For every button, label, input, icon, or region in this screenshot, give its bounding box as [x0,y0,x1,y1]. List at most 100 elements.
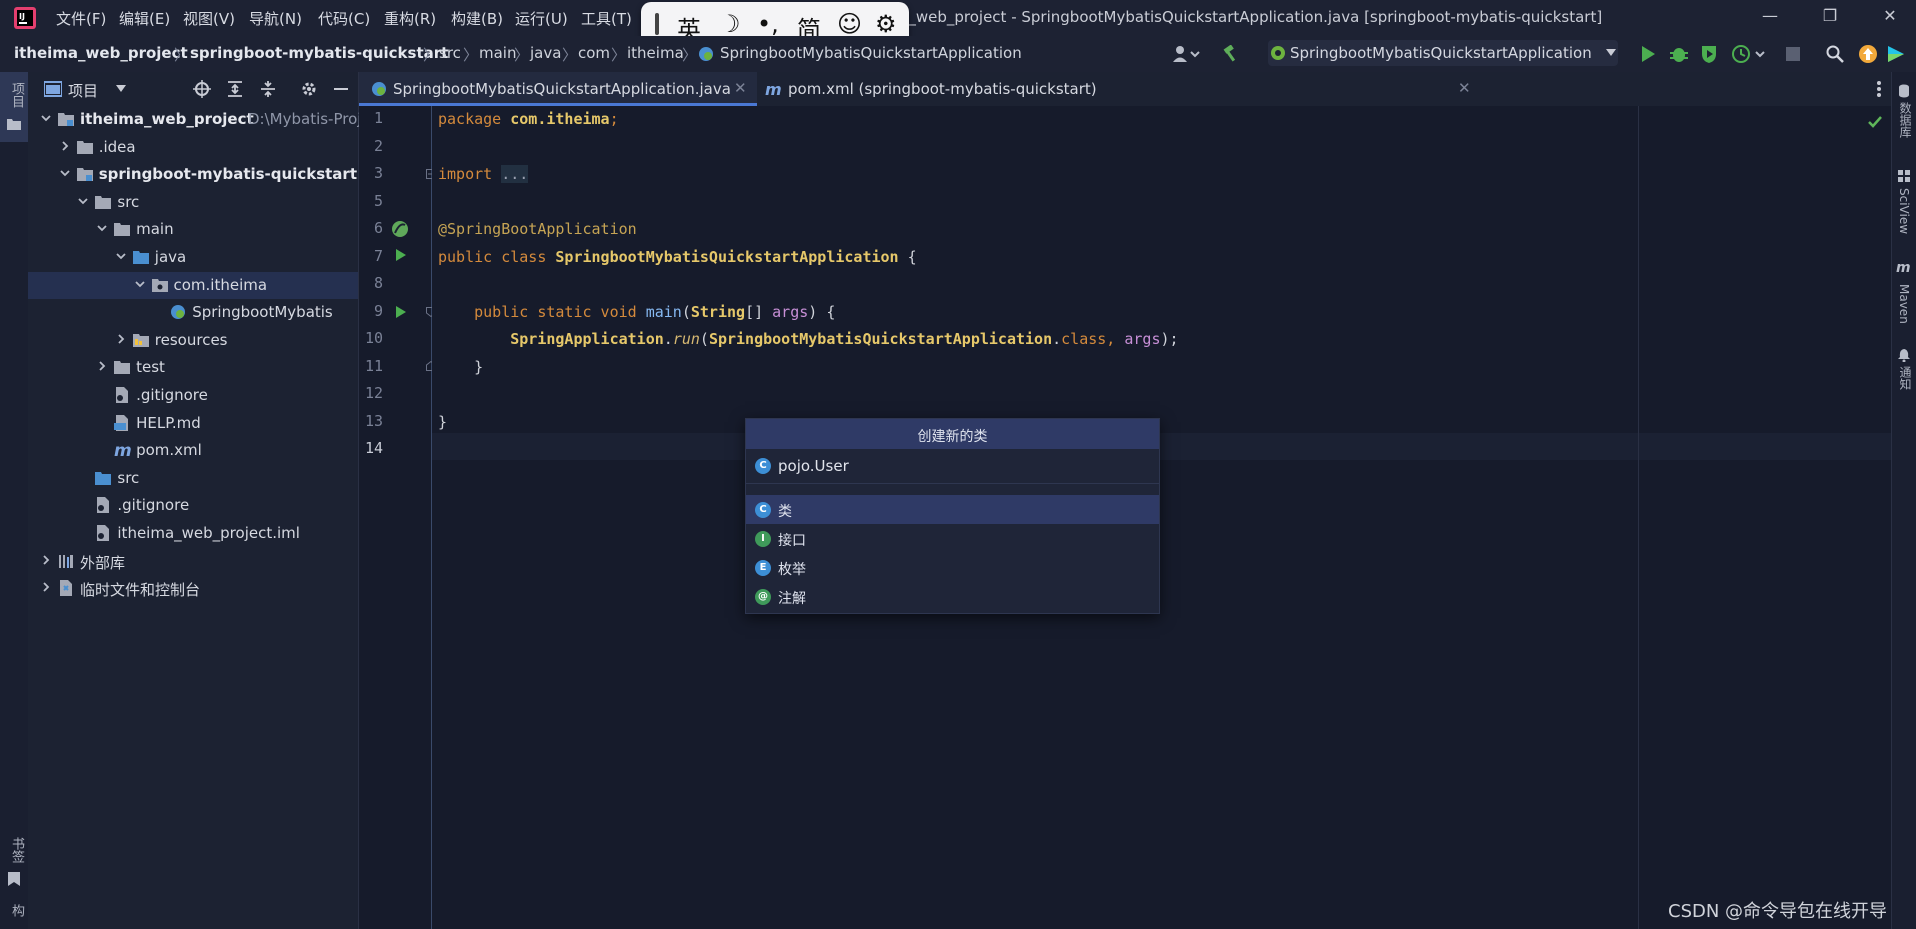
tree-item[interactable]: springboot-mybatis-quickstart [28,161,358,188]
tree-item[interactable]: m pom.xml [28,437,358,464]
menu-item-2[interactable]: 视图(V) [183,8,235,29]
breadcrumb-item[interactable]: SpringbootMybatisQuickstartApplication [720,44,1022,62]
tree-item[interactable]: 临时文件和控制台 [28,575,358,602]
tree-item[interactable]: .gitignore [28,492,358,519]
tree-item[interactable]: main [28,216,358,243]
chevron-down-icon[interactable] [115,250,127,262]
chevron-down-icon[interactable] [96,222,108,234]
notifications-tool-button[interactable]: 通知 [1897,366,1914,390]
coverage-icon[interactable] [1700,44,1718,64]
tree-item[interactable]: HELP.md [28,410,358,437]
breadcrumb-item[interactable]: itheima [627,44,684,62]
intellij-logo-icon[interactable]: IJ [14,7,36,29]
run-main-gutter-icon[interactable] [395,305,407,319]
locate-target-icon[interactable] [193,80,211,98]
tree-item[interactable]: java [28,244,358,271]
menu-item-4[interactable]: 代码(C) [318,8,370,29]
close-icon[interactable]: ✕ [1458,79,1471,97]
user-icon[interactable] [1172,45,1200,63]
chevron-down-icon[interactable] [134,278,146,290]
project-panel-header: 项目 [28,72,358,106]
moon-icon[interactable]: ☽ [719,10,741,38]
hide-panel-icon[interactable] [334,88,348,91]
search-icon[interactable] [1826,45,1844,63]
chevron-down-icon[interactable] [77,195,89,207]
kind-option[interactable]: E 枚举 [746,553,1159,582]
expand-all-icon[interactable] [226,80,244,98]
stop-icon[interactable] [1786,47,1800,61]
chevron-down-icon[interactable] [59,167,71,179]
kind-option[interactable]: C类 [746,495,1159,524]
tree-item[interactable]: test [28,354,358,381]
breadcrumb-item[interactable]: java [530,44,561,62]
debug-bug-icon[interactable] [1670,44,1688,64]
run-class-gutter-icon[interactable] [395,248,407,262]
menu-item-5[interactable]: 重构(R) [384,8,436,29]
chevron-right-icon[interactable] [40,581,52,593]
tree-item[interactable]: itheima_web_project.iml [28,520,358,547]
tab-springboot-application[interactable]: SpringbootMybatisQuickstartApplication.j… [359,72,757,106]
tree-item[interactable]: SpringbootMybatis [28,299,358,326]
spring-bean-gutter-icon[interactable] [391,220,409,238]
project-panel-title[interactable]: 项目 [68,80,98,101]
code-editor[interactable]: package com.itheima; import ... @SpringBoo… [432,106,1891,929]
tree-item[interactable]: .idea [28,134,358,161]
run-configuration-selector[interactable]: SpringbootMybatisQuickstartApplication [1268,40,1618,66]
chevron-right-icon[interactable] [59,140,71,152]
punctuation-toggle[interactable]: •, [757,10,779,38]
breadcrumb-item[interactable]: com [578,44,610,62]
breadcrumb-item[interactable]: springboot-mybatis-quickstart [190,44,448,62]
database-tool-button[interactable]: 数据库 [1897,102,1914,138]
ime-drag-handle[interactable] [655,13,659,35]
more-tabs-icon[interactable] [1877,81,1881,97]
profiler-icon[interactable] [1732,44,1766,64]
tree-item[interactable]: resources [28,327,358,354]
project-tool-button[interactable]: 项目 [0,72,28,142]
tree-item[interactable]: com.itheima [28,271,358,299]
bookmarks-tool-button[interactable]: 书签 [7,837,26,863]
menu-item-0[interactable]: 文件(F) [56,8,106,29]
inspection-ok-icon[interactable] [1868,116,1882,128]
chevron-right-icon[interactable] [40,554,52,566]
collapse-all-icon[interactable] [259,80,277,98]
breadcrumb-item[interactable]: src [439,44,461,62]
close-icon[interactable]: ✕ [734,79,747,97]
chevron-right-icon[interactable] [96,360,108,372]
settings-gear-icon[interactable]: ⚙ [875,10,897,38]
breadcrumb-item[interactable]: main [479,44,516,62]
tab-pom-xml[interactable]: m pom.xml (springboot-mybatis-quickstart… [757,72,1471,106]
update-icon[interactable] [1858,44,1878,64]
svg-text:IJ: IJ [19,12,25,21]
tree-item[interactable]: src [28,189,358,216]
maven-tool-button[interactable]: Maven [1897,284,1911,324]
jetbrains-toolbox-icon[interactable] [1886,44,1906,64]
minimize-icon[interactable]: — [1758,6,1782,30]
build-hammer-icon[interactable] [1222,45,1240,63]
class-name-input[interactable] [778,455,1138,477]
menu-item-7[interactable]: 运行(U) [515,8,568,29]
tree-item[interactable]: itheima_web_project D:\Mybatis-Proj [28,106,361,133]
kind-option[interactable]: I 接口 [746,524,1159,553]
menu-item-1[interactable]: 编辑(E) [119,8,170,29]
kind-option[interactable]: @ 注解 [746,582,1159,611]
restore-icon[interactable]: ❐ [1818,6,1842,30]
tree-item[interactable]: .gitignore [28,382,358,409]
sciview-tool-button[interactable]: SciView [1897,188,1911,234]
tree-item[interactable]: 外部库 [28,548,358,575]
folder-icon [7,118,21,130]
chevron-down-icon[interactable] [40,112,52,124]
breadcrumb-item[interactable]: itheima_web_project [14,44,188,62]
run-icon[interactable] [1640,45,1656,63]
settings-gear-icon[interactable] [300,80,318,98]
menu-item-8[interactable]: 工具(T) [581,8,632,29]
chevron-down-icon[interactable] [116,85,126,93]
close-icon[interactable]: ✕ [1878,6,1902,30]
line-number: 14 [364,439,383,457]
menu-item-6[interactable]: 构建(B) [451,8,503,29]
tree-item[interactable]: src [28,465,358,492]
emoji-icon[interactable]: ☺ [837,10,862,38]
spring-boot-icon [1270,45,1286,61]
chevron-right-icon[interactable] [115,333,127,345]
tree-item-label: springboot-mybatis-quickstart [98,165,357,184]
menu-item-3[interactable]: 导航(N) [249,8,302,29]
